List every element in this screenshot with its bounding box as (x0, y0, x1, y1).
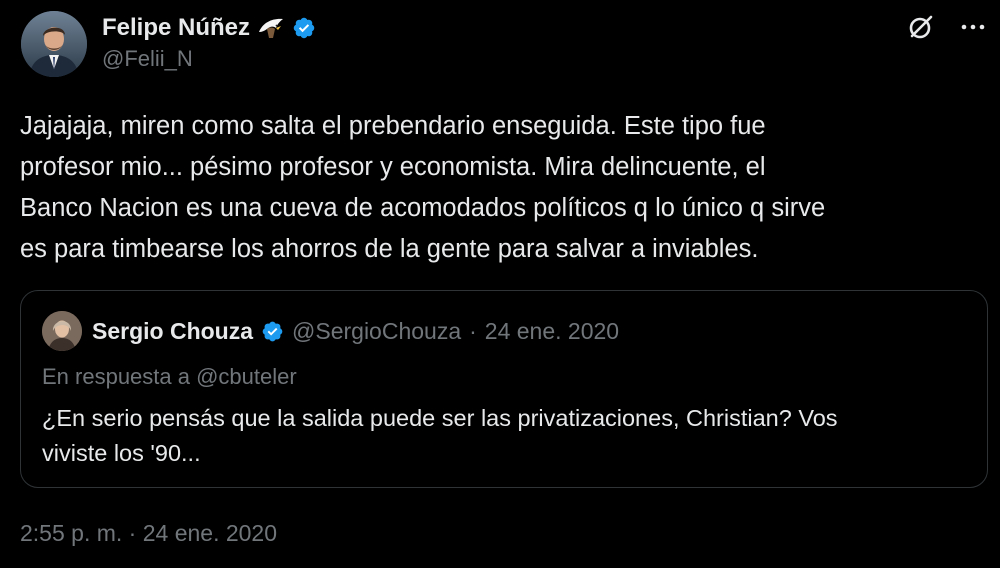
author-display-name[interactable]: Felipe Núñez (102, 14, 250, 42)
grok-icon[interactable] (904, 10, 938, 44)
verified-badge-icon[interactable] (292, 16, 316, 40)
tweet-text: Jajajaja, miren como salta el prebendari… (20, 112, 826, 263)
tweet-timestamp[interactable]: 2:55 p. m. · 24 ene. 2020 (20, 520, 277, 547)
quoted-author-name[interactable]: Sergio Chouza (92, 318, 253, 345)
author-name-row: Felipe Núñez (102, 12, 316, 44)
quoted-tweet-text: ¿En serio pensás que la salida puede ser… (42, 405, 838, 466)
quoted-author-handle[interactable]: @SergioChouza (292, 318, 461, 345)
quoted-tweet-card[interactable]: Sergio Chouza @SergioChouza · 24 ene. 20… (20, 290, 988, 488)
more-options-icon[interactable] (956, 10, 990, 44)
quoted-author-avatar[interactable] (42, 311, 82, 351)
author-handle[interactable]: @Felii_N (102, 46, 193, 72)
quoted-separator: · (469, 317, 477, 344)
quoted-date[interactable]: 24 ene. 2020 (485, 318, 619, 345)
top-actions (904, 10, 990, 44)
eagle-icon (257, 16, 285, 40)
quoted-verified-badge-icon[interactable] (261, 320, 284, 343)
reply-to-text: En respuesta a @cbuteler (42, 364, 297, 389)
author-avatar[interactable] (21, 11, 87, 77)
quoted-tweet-header: Sergio Chouza @SergioChouza · 24 ene. 20… (42, 311, 619, 351)
